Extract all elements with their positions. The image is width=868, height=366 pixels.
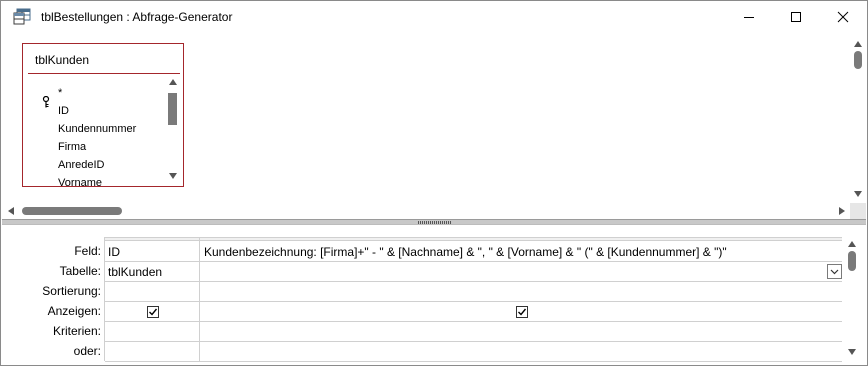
grid-row-kriterien (105, 322, 842, 342)
scroll-down-arrow-icon[interactable] (854, 191, 862, 197)
cell-oder-col1[interactable] (108, 342, 198, 362)
field-item-asterisk[interactable]: * (58, 87, 62, 99)
row-label-sortierung: Sortierung: (42, 284, 101, 298)
maximize-icon (791, 11, 801, 22)
scroll-thumb[interactable] (22, 207, 122, 215)
checkmark-icon (518, 308, 527, 316)
field-item-firma[interactable]: Firma (58, 141, 86, 153)
anzeigen-checkbox-col1[interactable] (147, 306, 159, 318)
scroll-up-arrow-icon[interactable] (848, 241, 856, 247)
scroll-left-arrow-icon[interactable] (8, 207, 14, 215)
splitter-grip-icon[interactable] (418, 221, 452, 224)
row-label-anzeigen: Anzeigen: (47, 304, 101, 318)
field-item-id[interactable]: ID (58, 105, 69, 117)
primary-key-icon (42, 95, 50, 108)
scroll-down-arrow-icon[interactable] (169, 173, 177, 179)
field-item-kundennummer[interactable]: Kundennummer (58, 123, 136, 135)
scroll-thumb[interactable] (168, 93, 177, 125)
table-area-vertical-scrollbar[interactable] (850, 35, 866, 202)
cell-sortierung-col2[interactable] (204, 282, 836, 302)
cell-tabelle-col1[interactable]: tblKunden (108, 262, 198, 282)
row-label-tabelle: Tabelle: (59, 264, 101, 278)
grid-row-sortierung (105, 282, 842, 302)
cell-feld-col1[interactable]: ID (108, 242, 198, 262)
grid-row-feld: ID Kundenbezeichnung: [Firma]+" - " & [N… (105, 242, 842, 262)
cell-oder-col2[interactable] (204, 342, 836, 362)
row-label-kriterien: Kriterien: (52, 324, 101, 338)
field-list[interactable]: * ID Kundennummer Firma AnredeID Vorname (23, 75, 167, 189)
cell-tabelle-col2[interactable] (204, 262, 836, 282)
design-grid-vertical-scrollbar[interactable] (844, 237, 860, 361)
grid-row-tabelle: tblKunden (105, 262, 842, 282)
window-title: tblBestellungen : Abfrage-Generator (41, 10, 233, 24)
table-area[interactable]: tblKunden * ID Kundennummer Firma Anrede… (2, 33, 866, 219)
scroll-up-arrow-icon[interactable] (169, 79, 177, 85)
cell-kriterien-col1[interactable] (108, 322, 198, 342)
field-item-vorname[interactable]: Vorname (58, 177, 102, 189)
scroll-down-arrow-icon[interactable] (848, 349, 856, 355)
cell-sortierung-col1[interactable] (108, 282, 198, 302)
query-designer-window: tblBestellungen : Abfrage-Generator tblK… (0, 0, 868, 366)
table-name[interactable]: tblKunden (35, 53, 89, 67)
checkmark-icon (149, 308, 158, 316)
field-list-scrollbar[interactable] (166, 77, 180, 183)
query-design-grid: ID Kundenbezeichnung: [Firma]+" - " & [N… (104, 237, 842, 362)
table-title-divider (28, 73, 180, 74)
title-bar: tblBestellungen : Abfrage-Generator (1, 1, 867, 33)
scroll-thumb[interactable] (854, 51, 862, 69)
tabelle-dropdown-button[interactable] (827, 264, 842, 279)
row-label-oder: oder: (73, 344, 101, 358)
scroll-thumb[interactable] (848, 251, 856, 271)
grid-row-oder (105, 342, 842, 362)
close-icon (837, 11, 849, 22)
column-selector-bar[interactable] (105, 238, 842, 241)
maximize-button[interactable] (773, 1, 819, 32)
scrollbar-corner (850, 203, 866, 219)
field-item-anredeid[interactable]: AnredeID (58, 159, 104, 171)
cell-feld-col2[interactable]: Kundenbezeichnung: [Firma]+" - " & [Nach… (204, 242, 836, 262)
minimize-button[interactable] (726, 1, 772, 32)
close-button[interactable] (820, 1, 866, 32)
anzeigen-checkbox-col2[interactable] (516, 306, 528, 318)
query-designer-icon (13, 8, 31, 25)
cell-kriterien-col2[interactable] (204, 322, 836, 342)
grid-row-anzeigen (105, 302, 842, 322)
table-field-list-box[interactable]: tblKunden * ID Kundennummer Firma Anrede… (22, 43, 184, 189)
table-area-horizontal-scrollbar[interactable] (2, 203, 850, 219)
minimize-icon (744, 16, 754, 18)
scroll-right-arrow-icon[interactable] (839, 207, 845, 215)
design-grid-pane: Feld: Tabelle: Sortierung: Anzeigen: Kri… (2, 225, 866, 365)
row-label-feld: Feld: (74, 244, 101, 258)
scroll-up-arrow-icon[interactable] (854, 41, 862, 47)
chevron-down-icon (830, 269, 839, 275)
